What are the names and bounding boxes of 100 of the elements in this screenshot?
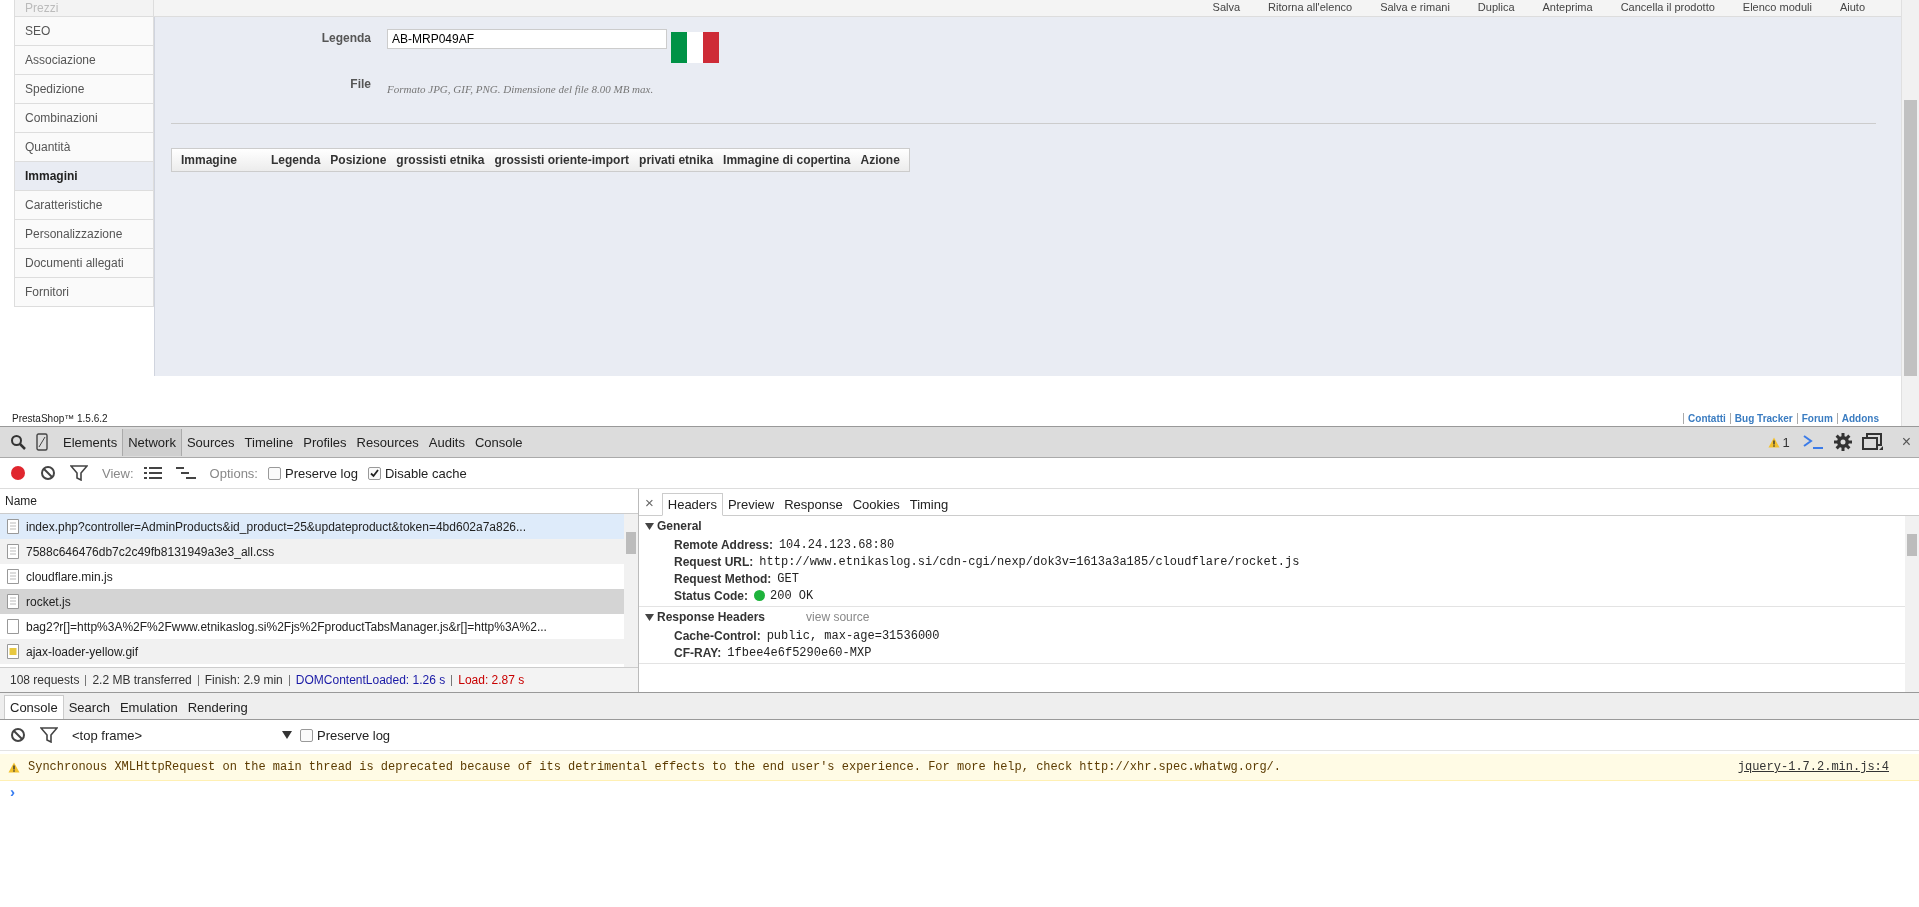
column-header: grossisti oriente-import xyxy=(493,153,631,167)
devtools-tab[interactable]: Audits xyxy=(423,428,470,456)
request-row[interactable]: bag2?r[]=http%3A%2F%2Fwww.etnikaslog.si%2Fjs%2FproductTabsManager.js&r[]=http%3A%2... xyxy=(0,614,624,639)
italian-flag-icon[interactable] xyxy=(671,32,719,63)
column-header: Immagine di copertina xyxy=(722,153,852,167)
toolbar-button[interactable]: Elenco moduli xyxy=(1728,0,1826,15)
drawer-tab[interactable]: Rendering xyxy=(182,696,253,719)
request-row[interactable]: rocket.js xyxy=(0,589,624,614)
close-button[interactable]: × xyxy=(645,494,662,515)
detail-tab[interactable]: Cookies xyxy=(847,494,905,515)
request-row[interactable]: ajax-loader-yellow.gif xyxy=(0,639,624,664)
toolbar-label: Options: xyxy=(209,465,258,481)
header-name: Request Method: xyxy=(674,571,772,586)
header-value: GET xyxy=(777,571,799,586)
checkbox[interactable] xyxy=(268,466,281,480)
toolbar-label: View: xyxy=(102,465,134,481)
footer-link[interactable]: Addons xyxy=(1836,413,1883,424)
scrollbar[interactable] xyxy=(1901,0,1919,426)
warning-count[interactable]: 1 xyxy=(1768,434,1790,450)
image-file-icon[interactable] xyxy=(7,644,19,659)
sidebar-item[interactable]: Documenti allegati xyxy=(14,249,154,278)
document-icon[interactable] xyxy=(7,594,19,609)
request-row[interactable]: index.php?controller=AdminProducts&id_product=25&updateproduct&token=4bd602a7a826... xyxy=(0,514,624,539)
checkbox[interactable] xyxy=(367,466,381,480)
footer-link[interactable]: Forum xyxy=(1796,413,1837,424)
detail-tab[interactable]: Headers xyxy=(661,493,723,516)
filter-icon[interactable] xyxy=(40,727,58,743)
sidebar-item[interactable]: Personalizzazione xyxy=(14,220,154,249)
expanded-triangle-icon[interactable] xyxy=(645,521,654,531)
devtools-tab[interactable]: Profiles xyxy=(298,428,352,456)
document-icon[interactable] xyxy=(7,569,19,584)
view-source-link[interactable]: view source xyxy=(806,610,870,624)
detail-tab[interactable]: Response xyxy=(779,494,848,515)
scrollbar[interactable] xyxy=(624,514,638,667)
request-row[interactable]: 7588c646476db7c2c49fb8131949a3e3_all.css xyxy=(0,539,624,564)
toolbar-button[interactable]: Anteprima xyxy=(1528,0,1607,15)
devtools-tab[interactable]: Resources xyxy=(351,428,424,456)
sidebar-item[interactable]: SEO xyxy=(14,17,154,46)
source-link[interactable]: jquery-1.7.2.min.js:4 xyxy=(1737,760,1889,774)
section-title[interactable]: General xyxy=(657,519,702,533)
sidebar-item[interactable]: Caratteristiche xyxy=(14,191,154,220)
footer-link[interactable]: Contatti xyxy=(1683,413,1730,424)
devtools-tab[interactable]: Sources xyxy=(181,428,240,456)
devtools-tab[interactable]: Elements xyxy=(58,428,123,456)
summary-text: Finish: 2.9 min xyxy=(197,674,289,686)
toolbar-button[interactable]: Aiuto xyxy=(1825,0,1879,15)
search-icon[interactable] xyxy=(10,434,26,450)
close-button[interactable]: × xyxy=(1893,433,1919,451)
toolbar-button[interactable]: Duplica xyxy=(1463,0,1529,15)
drawer-tab[interactable]: Console xyxy=(4,695,64,719)
column-header: Posizione xyxy=(329,153,388,167)
warning-icon[interactable] xyxy=(8,761,20,773)
prompt-glyph[interactable]: › xyxy=(10,782,15,800)
dock-icon[interactable] xyxy=(1861,433,1884,451)
sidebar-item[interactable]: Combinazioni xyxy=(14,104,154,133)
detail-tab[interactable]: Timing xyxy=(904,494,954,515)
devtools-tab[interactable]: Timeline xyxy=(239,428,299,456)
sidebar-item[interactable]: Associazione xyxy=(14,46,154,75)
sidebar-item[interactable]: Spedizione xyxy=(14,75,154,104)
request-row[interactable]: cloudflare.min.js xyxy=(0,564,624,589)
clear-icon[interactable] xyxy=(40,465,56,481)
toolbar-button[interactable]: Ritorna all'elenco xyxy=(1254,0,1367,15)
section-title[interactable]: Response Headers xyxy=(657,610,766,624)
header-name: CF-RAY: xyxy=(674,645,722,660)
sidebar-item[interactable]: Immagini xyxy=(14,162,154,191)
toolbar-button[interactable]: Salva xyxy=(1198,0,1255,15)
scrollbar[interactable] xyxy=(1905,516,1919,692)
header-name: Cache-Control: xyxy=(674,628,761,643)
filter-icon[interactable] xyxy=(70,465,88,481)
summary-text: 2.2 MB transferred xyxy=(85,674,198,686)
devtools-tab[interactable]: Console xyxy=(469,428,528,456)
settings-icon[interactable] xyxy=(1833,433,1852,451)
checkbox-label: Disable cache xyxy=(384,465,467,481)
clear-icon[interactable] xyxy=(10,727,26,743)
warning-icon[interactable] xyxy=(1768,436,1781,448)
input-field[interactable]: AB-MRP049AF xyxy=(387,29,667,49)
blank-file-icon[interactable] xyxy=(7,619,19,634)
footer-link[interactable]: Bug Tracker xyxy=(1729,413,1797,424)
frame-select[interactable]: <top frame> xyxy=(72,727,293,743)
document-icon[interactable] xyxy=(7,544,19,559)
record-icon[interactable] xyxy=(10,465,26,481)
hint-text: Formato JPG, GIF, PNG. Dimensione del file 8.00 MB max. xyxy=(387,82,654,95)
sidebar-item[interactable]: Fornitori xyxy=(14,278,154,307)
dropdown-arrow-icon[interactable] xyxy=(282,731,293,739)
list-view-icon[interactable] xyxy=(143,466,162,480)
toolbar-button[interactable]: Cancella il prodotto xyxy=(1606,0,1729,15)
console-icon[interactable] xyxy=(1801,434,1824,450)
sidebar-item[interactable]: Quantità xyxy=(14,133,154,162)
checkbox[interactable] xyxy=(300,728,314,742)
phone-icon[interactable] xyxy=(36,433,48,451)
drawer-tab[interactable]: Search xyxy=(63,696,115,719)
toolbar-button[interactable]: Salva e rimani xyxy=(1366,0,1464,15)
waterfall-view-icon[interactable] xyxy=(175,466,196,480)
drawer-tab[interactable]: Emulation xyxy=(114,696,183,719)
expanded-triangle-icon[interactable] xyxy=(645,612,654,622)
document-icon[interactable] xyxy=(7,519,19,534)
devtools-tab[interactable]: Network xyxy=(122,428,182,456)
detail-tab[interactable]: Preview xyxy=(722,494,780,515)
status-dot xyxy=(754,590,765,601)
column-header: privati etnika xyxy=(638,153,715,167)
